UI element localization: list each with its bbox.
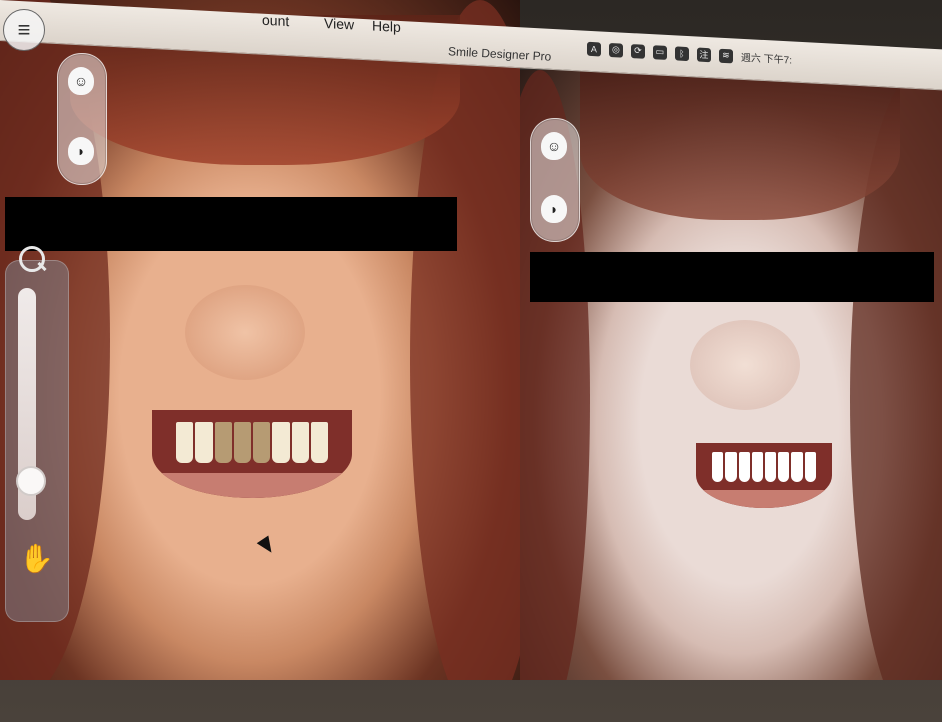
teeth-before [176,422,328,463]
logo [802,12,922,107]
right-view-switcher: ☺ ◗ [530,118,580,242]
side-face-icon[interactable]: ◗ [541,195,567,223]
side-face-icon[interactable]: ◗ [68,137,94,165]
nose-before [185,285,305,380]
airplay-icon[interactable]: ▭ [652,44,667,60]
menu-item-help[interactable]: Help [372,17,401,35]
left-view-switcher: ☺ ◗ [57,53,107,185]
input-method-icon[interactable]: 注 [696,47,711,62]
screen: ount View Help A ◎ ⟳ ▭ ᛒ 注 ≋ 週六 下午7: Smi… [0,0,942,722]
wifi-icon[interactable]: ≋ [718,48,733,63]
front-face-icon[interactable]: ☺ [68,67,94,95]
bluetooth-icon[interactable]: ᛒ [674,45,689,61]
redaction-bar-right [530,252,934,302]
lower-lip-before [152,473,352,498]
menu-item-view[interactable]: View [324,15,354,33]
front-face-icon[interactable]: ☺ [541,132,567,160]
menu-button[interactable]: ≡ [3,9,45,51]
after-photo [520,70,942,680]
zoom-icon[interactable] [19,246,45,272]
nose-after [690,320,800,410]
sync-icon[interactable]: ⟳ [630,43,645,59]
redaction-bar-left [5,197,457,251]
adobe-icon[interactable]: A [586,41,601,56]
zoom-slider-knob[interactable] [16,465,46,496]
menu-item-account[interactable]: ount [262,12,289,29]
hand-icon[interactable]: ✋ [19,542,54,576]
teeth-after [712,452,816,482]
creative-cloud-icon[interactable]: ◎ [608,42,623,58]
system-tray: A ◎ ⟳ ▭ ᛒ 注 ≋ 週六 下午7: [586,41,792,67]
clock: 週六 下午7: [740,52,792,67]
mouth-before [152,410,352,498]
lower-lip-after [696,489,832,508]
mouth-after [696,443,832,508]
menu-icon: ≡ [17,17,31,42]
